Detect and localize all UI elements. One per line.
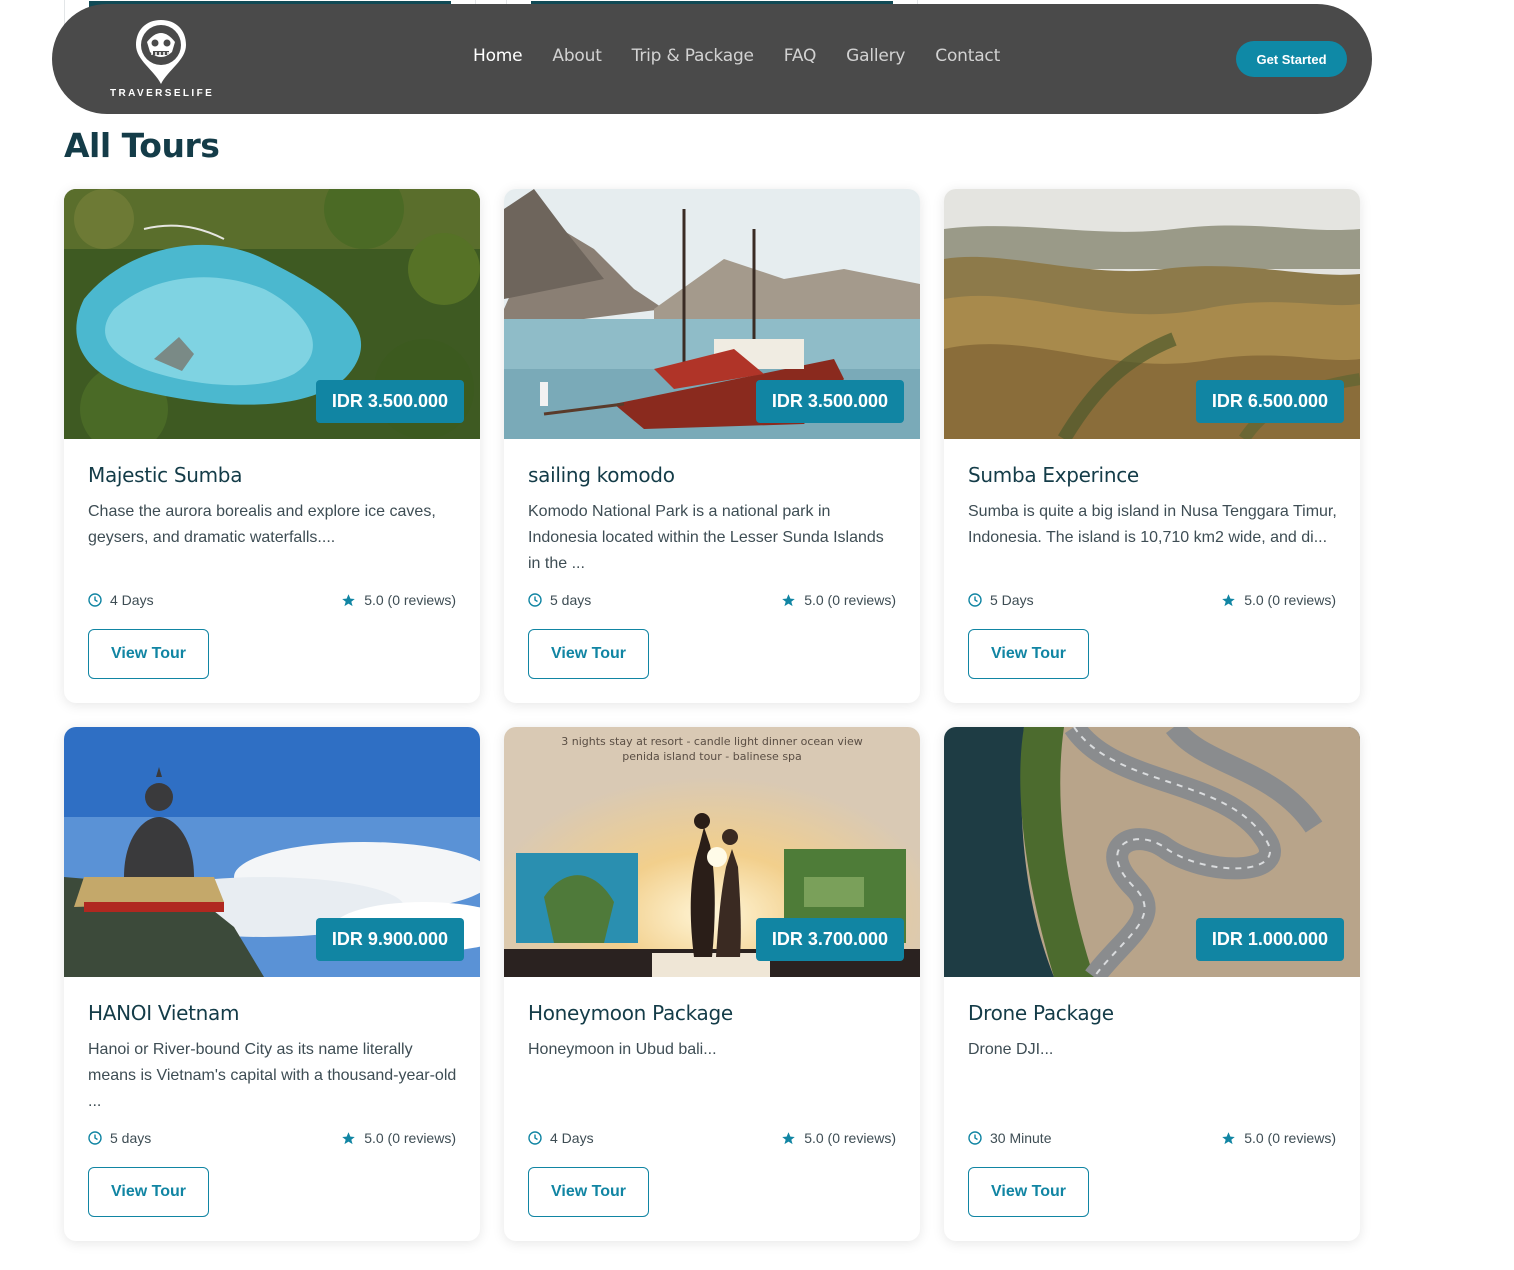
price-badge: IDR 6.500.000 <box>1195 380 1344 423</box>
duration: 4 Days <box>528 1130 594 1146</box>
rating: 5.0 (0 reviews) <box>1221 1130 1336 1146</box>
nav-about[interactable]: About <box>552 46 601 66</box>
duration-text: 5 Days <box>990 592 1034 608</box>
image-caption-line: penida island tour - balinese spa <box>622 750 802 763</box>
clock-icon <box>528 593 542 607</box>
tour-title[interactable]: Majestic Sumba <box>88 463 242 487</box>
star-icon <box>342 593 355 606</box>
tour-title[interactable]: Sumba Experince <box>968 463 1139 487</box>
view-tour-button[interactable]: View Tour <box>968 1167 1089 1217</box>
clock-icon <box>968 593 982 607</box>
rating-text: 5.0 (0 reviews) <box>804 592 896 608</box>
tour-description: Honeymoon in Ubud bali... <box>528 1041 717 1058</box>
view-tour-button[interactable]: View Tour <box>968 629 1089 679</box>
brand-name: TRAVERSELIFE <box>110 88 215 99</box>
duration: 30 Minute <box>968 1130 1051 1146</box>
rating: 5.0 (0 reviews) <box>781 592 896 608</box>
tour-image-hills[interactable]: IDR 6.500.000 <box>944 189 1360 439</box>
duration-text: 4 Days <box>110 592 154 608</box>
mask-pin-logo-icon <box>136 20 186 84</box>
tour-card-sailing-komodo[interactable]: IDR 3.500.000 sailing komodo Komodo Nati… <box>504 189 920 703</box>
main-nav: Home About Trip & Package FAQ Gallery Co… <box>473 46 1000 66</box>
tour-description: Drone DJI... <box>968 1041 1054 1058</box>
rating-text: 5.0 (0 reviews) <box>1244 592 1336 608</box>
nav-home[interactable]: Home <box>473 46 523 66</box>
rating: 5.0 (0 reviews) <box>1221 592 1336 608</box>
price-badge: IDR 9.900.000 <box>315 918 464 961</box>
duration-text: 4 Days <box>550 1130 594 1146</box>
clock-icon <box>88 1131 102 1145</box>
rating-text: 5.0 (0 reviews) <box>364 592 456 608</box>
duration-text: 5 days <box>550 592 592 608</box>
brand-logo[interactable]: TRAVERSELIFE <box>110 18 215 102</box>
clock-icon <box>968 1131 982 1145</box>
rating-text: 5.0 (0 reviews) <box>364 1130 456 1146</box>
star-icon <box>782 593 795 606</box>
page: TRAVERSELIFE Home About Trip & Package F… <box>0 0 1514 1270</box>
section-title: All Tours <box>64 126 220 165</box>
clock-icon <box>528 1131 542 1145</box>
rating: 5.0 (0 reviews) <box>781 1130 896 1146</box>
tour-image-boat[interactable]: IDR 3.500.000 <box>504 189 920 439</box>
tour-card-honeymoon-package[interactable]: 3 nights stay at resort - candle light d… <box>504 727 920 1241</box>
tour-title[interactable]: Honeymoon Package <box>528 1001 733 1025</box>
nav-contact[interactable]: Contact <box>935 46 1000 66</box>
tour-card-sumba-experince[interactable]: IDR 6.500.000 Sumba Experince Sumba is q… <box>944 189 1360 703</box>
get-started-button[interactable]: Get Started <box>1236 41 1347 77</box>
tour-meta: 4 Days 5.0 (0 reviews) <box>88 592 456 612</box>
tour-meta: 5 days 5.0 (0 reviews) <box>528 592 896 612</box>
tour-card-majestic-sumba[interactable]: IDR 3.500.000 Majestic Sumba Chase the a… <box>64 189 480 703</box>
tour-card-drone-package[interactable]: IDR 1.000.000 Drone Package Drone DJI...… <box>944 727 1360 1241</box>
price-badge: IDR 3.500.000 <box>755 380 904 423</box>
nav-gallery[interactable]: Gallery <box>846 46 905 66</box>
tour-meta: 5 Days 5.0 (0 reviews) <box>968 592 1336 612</box>
star-icon <box>342 1131 355 1144</box>
tour-image-lagoon[interactable]: IDR 3.500.000 <box>64 189 480 439</box>
price-badge: IDR 1.000.000 <box>1195 918 1344 961</box>
star-icon <box>1222 593 1235 606</box>
duration: 5 Days <box>968 592 1034 608</box>
tour-card-hanoi-vietnam[interactable]: IDR 9.900.000 HANOI Vietnam Hanoi or Riv… <box>64 727 480 1241</box>
tour-title[interactable]: Drone Package <box>968 1001 1114 1025</box>
tour-meta: 30 Minute 5.0 (0 reviews) <box>968 1130 1336 1150</box>
nav-trip-package[interactable]: Trip & Package <box>632 46 754 66</box>
rating-text: 5.0 (0 reviews) <box>1244 1130 1336 1146</box>
tour-description: Sumba is quite a big island in Nusa Teng… <box>968 503 1337 546</box>
tour-image-road[interactable]: IDR 1.000.000 <box>944 727 1360 977</box>
duration: 4 Days <box>88 592 154 608</box>
tour-meta: 4 Days 5.0 (0 reviews) <box>528 1130 896 1150</box>
price-badge: IDR 3.700.000 <box>755 918 904 961</box>
image-caption-line: 3 nights stay at resort - candle light d… <box>561 735 863 748</box>
tour-image-buddha[interactable]: IDR 9.900.000 <box>64 727 480 977</box>
clock-icon <box>88 593 102 607</box>
rating: 5.0 (0 reviews) <box>341 592 456 608</box>
tour-description: Chase the aurora borealis and explore ic… <box>88 503 436 546</box>
star-icon <box>1222 1131 1235 1144</box>
duration: 5 days <box>88 1130 151 1146</box>
rating-text: 5.0 (0 reviews) <box>804 1130 896 1146</box>
view-tour-button[interactable]: View Tour <box>88 1167 209 1217</box>
tour-title[interactable]: sailing komodo <box>528 463 675 487</box>
duration: 5 days <box>528 592 591 608</box>
rating: 5.0 (0 reviews) <box>341 1130 456 1146</box>
view-tour-button[interactable]: View Tour <box>528 1167 649 1217</box>
image-caption: 3 nights stay at resort - candle light d… <box>504 734 920 764</box>
tour-meta: 5 days 5.0 (0 reviews) <box>88 1130 456 1150</box>
navbar: TRAVERSELIFE Home About Trip & Package F… <box>52 4 1372 114</box>
tour-description: Komodo National Park is a national park … <box>528 503 884 572</box>
tour-description: Hanoi or River-bound City as its name li… <box>88 1041 457 1110</box>
view-tour-button[interactable]: View Tour <box>528 629 649 679</box>
view-tour-button[interactable]: View Tour <box>88 629 209 679</box>
price-badge: IDR 3.500.000 <box>315 380 464 423</box>
duration-text: 30 Minute <box>990 1130 1052 1146</box>
star-icon <box>782 1131 795 1144</box>
tour-title[interactable]: HANOI Vietnam <box>88 1001 239 1025</box>
nav-faq[interactable]: FAQ <box>784 46 817 66</box>
tour-image-honeymoon[interactable]: 3 nights stay at resort - candle light d… <box>504 727 920 977</box>
duration-text: 5 days <box>110 1130 152 1146</box>
